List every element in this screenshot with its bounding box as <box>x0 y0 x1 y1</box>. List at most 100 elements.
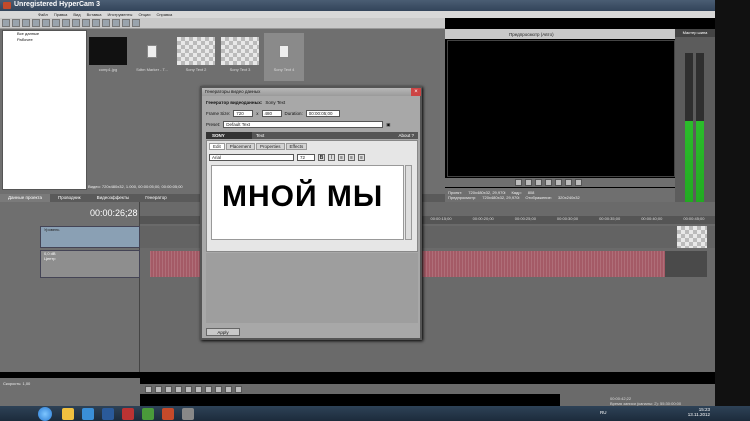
cut-icon[interactable] <box>52 19 60 27</box>
media-item[interactable]: Sony Text 2 <box>176 33 216 81</box>
apply-button[interactable]: Apply <box>206 328 240 336</box>
go-start-icon[interactable] <box>205 385 212 393</box>
master-bus-title: Мастер шина <box>675 29 715 37</box>
about-button[interactable]: About ? <box>398 132 418 139</box>
vegas-icon[interactable] <box>162 407 174 420</box>
tab-properties[interactable]: Properties <box>256 143 285 150</box>
width-input[interactable]: 720 <box>233 110 254 117</box>
prev-frame-icon[interactable] <box>225 385 232 393</box>
level-bars <box>685 53 707 203</box>
ruler-tick: 00:00:35;00 <box>599 216 621 221</box>
clock-date: 13.11.2012 <box>687 412 710 417</box>
hypercam-icon[interactable] <box>182 407 194 420</box>
browser-icon[interactable] <box>82 407 94 420</box>
media-item[interactable]: Sdtm Marker - T... <box>132 33 172 81</box>
preset-select[interactable]: Default Text <box>223 121 384 128</box>
undo-icon[interactable] <box>92 19 100 27</box>
folder-icon[interactable] <box>62 407 74 420</box>
tab-placement[interactable]: Placement <box>225 143 256 150</box>
ruler-tick: 00:00:30;00 <box>556 216 579 221</box>
record-icon[interactable] <box>145 385 152 393</box>
close-icon[interactable]: × <box>411 88 421 96</box>
menu-item-edit[interactable]: Правка <box>54 11 68 18</box>
tab-effects[interactable]: Effects <box>285 143 308 150</box>
font-size-select[interactable]: 72 <box>297 153 315 161</box>
stop-icon[interactable] <box>555 179 562 186</box>
video-track-header[interactable]: Уровень <box>40 226 140 248</box>
save-icon[interactable] <box>22 19 30 27</box>
video-preview <box>447 40 675 177</box>
duration-label: Duration: <box>284 111 303 116</box>
italic-button[interactable]: I <box>328 153 335 161</box>
taskbar-clock[interactable]: 15:23 13.11.2012 <box>680 407 710 417</box>
menu-item-tools[interactable]: Инструменты <box>107 11 132 18</box>
align-center-icon[interactable]: ≡ <box>348 153 355 161</box>
media-item-label: Sony Text 3 <box>229 67 251 72</box>
level-label: Уровень <box>44 227 60 232</box>
left-level-bar <box>685 53 693 203</box>
align-right-icon[interactable]: ≡ <box>358 153 365 161</box>
pause-icon[interactable] <box>185 385 192 393</box>
menu-item-options[interactable]: Опции <box>138 11 150 18</box>
menu-item-view[interactable]: Вид <box>73 11 80 18</box>
ruler-tick: 00:00:45;00 <box>683 216 705 221</box>
audio-track-header[interactable]: 0,0 dB Центр <box>40 250 140 278</box>
tab-edit[interactable]: Edit <box>209 143 225 150</box>
tab-video-fx[interactable]: Видеоэффекты <box>89 194 138 202</box>
align-left-icon[interactable]: ≡ <box>338 153 345 161</box>
new-icon[interactable] <box>2 19 10 27</box>
play-icon[interactable] <box>175 385 182 393</box>
vertical-scrollbar[interactable] <box>405 165 412 240</box>
preview-quality-select[interactable]: Предпросмотр (Авто) <box>509 32 554 37</box>
next-frame-icon[interactable] <box>235 385 242 393</box>
envelope-tool-icon[interactable] <box>132 19 140 27</box>
pause-icon[interactable] <box>545 179 552 186</box>
transport-controls <box>140 384 715 394</box>
snap-icon[interactable] <box>112 19 120 27</box>
opera-icon[interactable] <box>122 407 134 420</box>
generator-label: Генератор видеоданных: <box>206 100 263 105</box>
play-from-start-icon[interactable] <box>165 385 172 393</box>
screen-edge <box>715 0 750 406</box>
next-frame-icon[interactable] <box>575 179 582 186</box>
media-item[interactable]: comp1.jpg <box>88 33 128 81</box>
language-indicator[interactable]: RU <box>600 410 607 415</box>
text-input-area[interactable]: МНОЙ МЫ <box>211 165 404 262</box>
play-icon[interactable] <box>535 179 542 186</box>
start-button[interactable] <box>38 407 52 421</box>
tab-project-media[interactable]: Данные проекта <box>0 194 50 202</box>
media-bin-tree: Все данные Рабочее <box>2 30 87 190</box>
torrent-icon[interactable] <box>142 407 154 420</box>
media-item[interactable]: Sony Text 4 <box>264 33 304 81</box>
tab-explorer[interactable]: Проводник <box>50 194 89 202</box>
stop-icon[interactable] <box>195 385 202 393</box>
record-icon[interactable] <box>515 179 522 186</box>
delete-icon[interactable] <box>82 19 90 27</box>
bold-button[interactable]: B <box>318 153 325 161</box>
go-end-icon[interactable] <box>215 385 222 393</box>
loop-icon[interactable] <box>525 179 532 186</box>
copy-icon[interactable] <box>62 19 70 27</box>
tab-generators[interactable]: Генератор <box>137 194 175 202</box>
menu-item-help[interactable]: Справка <box>156 11 172 18</box>
edit-tool-icon[interactable] <box>122 19 130 27</box>
main-toolbar <box>0 18 445 29</box>
duration-input[interactable]: 00:00:05;00 <box>305 110 340 117</box>
open-icon[interactable] <box>12 19 20 27</box>
height-input[interactable]: 480 <box>261 110 282 117</box>
prev-frame-icon[interactable] <box>565 179 572 186</box>
save-preset-icon[interactable]: ▣ <box>386 122 390 128</box>
text-event-clip[interactable] <box>677 226 707 248</box>
properties-icon[interactable] <box>42 19 50 27</box>
menu-item-file[interactable]: Файл <box>38 11 48 18</box>
menu-item-insert[interactable]: Вставка <box>87 11 102 18</box>
paste-icon[interactable] <box>72 19 80 27</box>
loop-icon[interactable] <box>155 385 162 393</box>
record-status: 00:00:42;22 Время записи (каналы: 2): 55… <box>560 394 715 406</box>
tree-item-work[interactable]: Рабочее <box>3 37 86 43</box>
redo-icon[interactable] <box>102 19 110 27</box>
media-item[interactable]: Sony Text 3 <box>220 33 260 81</box>
app-icon[interactable] <box>102 407 114 420</box>
font-select[interactable]: Arial <box>209 153 294 161</box>
render-icon[interactable] <box>32 19 40 27</box>
